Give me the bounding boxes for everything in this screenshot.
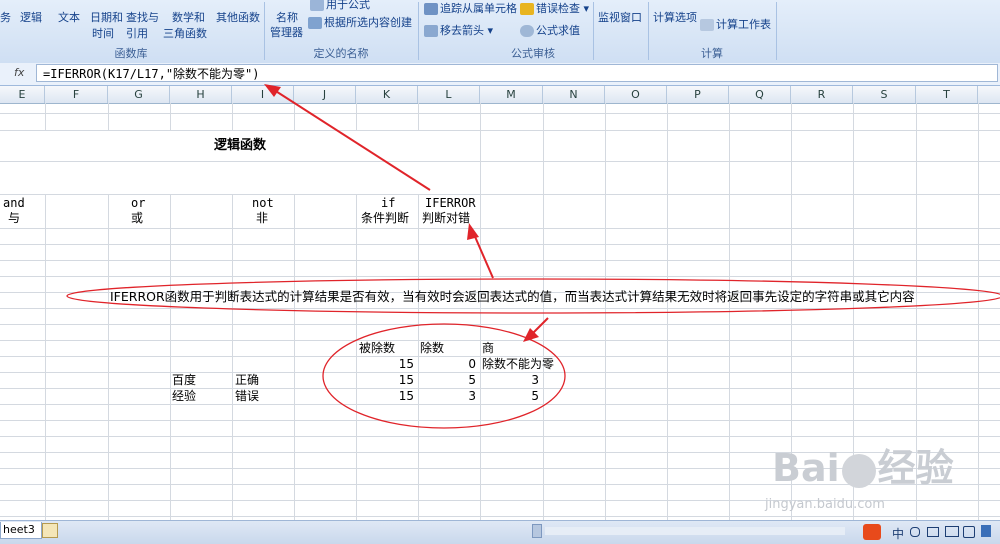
formula-arrow-line <box>270 87 431 191</box>
annotation-layer <box>66 84 1000 429</box>
keyboard-icon[interactable] <box>945 526 959 537</box>
description-highlight-ellipse <box>66 278 1000 314</box>
toolbox-icon[interactable] <box>963 526 975 538</box>
insert-sheet-icon[interactable] <box>42 523 58 538</box>
wrench-icon[interactable] <box>981 525 991 537</box>
sogou-ime-icon[interactable] <box>863 524 881 540</box>
sheet-tab-sheet3[interactable]: heet3 <box>0 522 42 539</box>
punctuation-icon[interactable] <box>927 527 939 537</box>
iferror-arrow-line <box>472 231 494 279</box>
moon-icon[interactable] <box>910 527 920 537</box>
horizontal-scrollbar-thumb[interactable] <box>532 524 542 538</box>
iferror-arrow-head <box>467 223 479 240</box>
sheet-tab-bar: heet3 中 <box>0 520 1000 544</box>
horizontal-scrollbar[interactable] <box>545 527 845 535</box>
formula-arrow-head <box>264 84 281 97</box>
ime-mode-indicator[interactable]: 中 <box>892 525 904 542</box>
